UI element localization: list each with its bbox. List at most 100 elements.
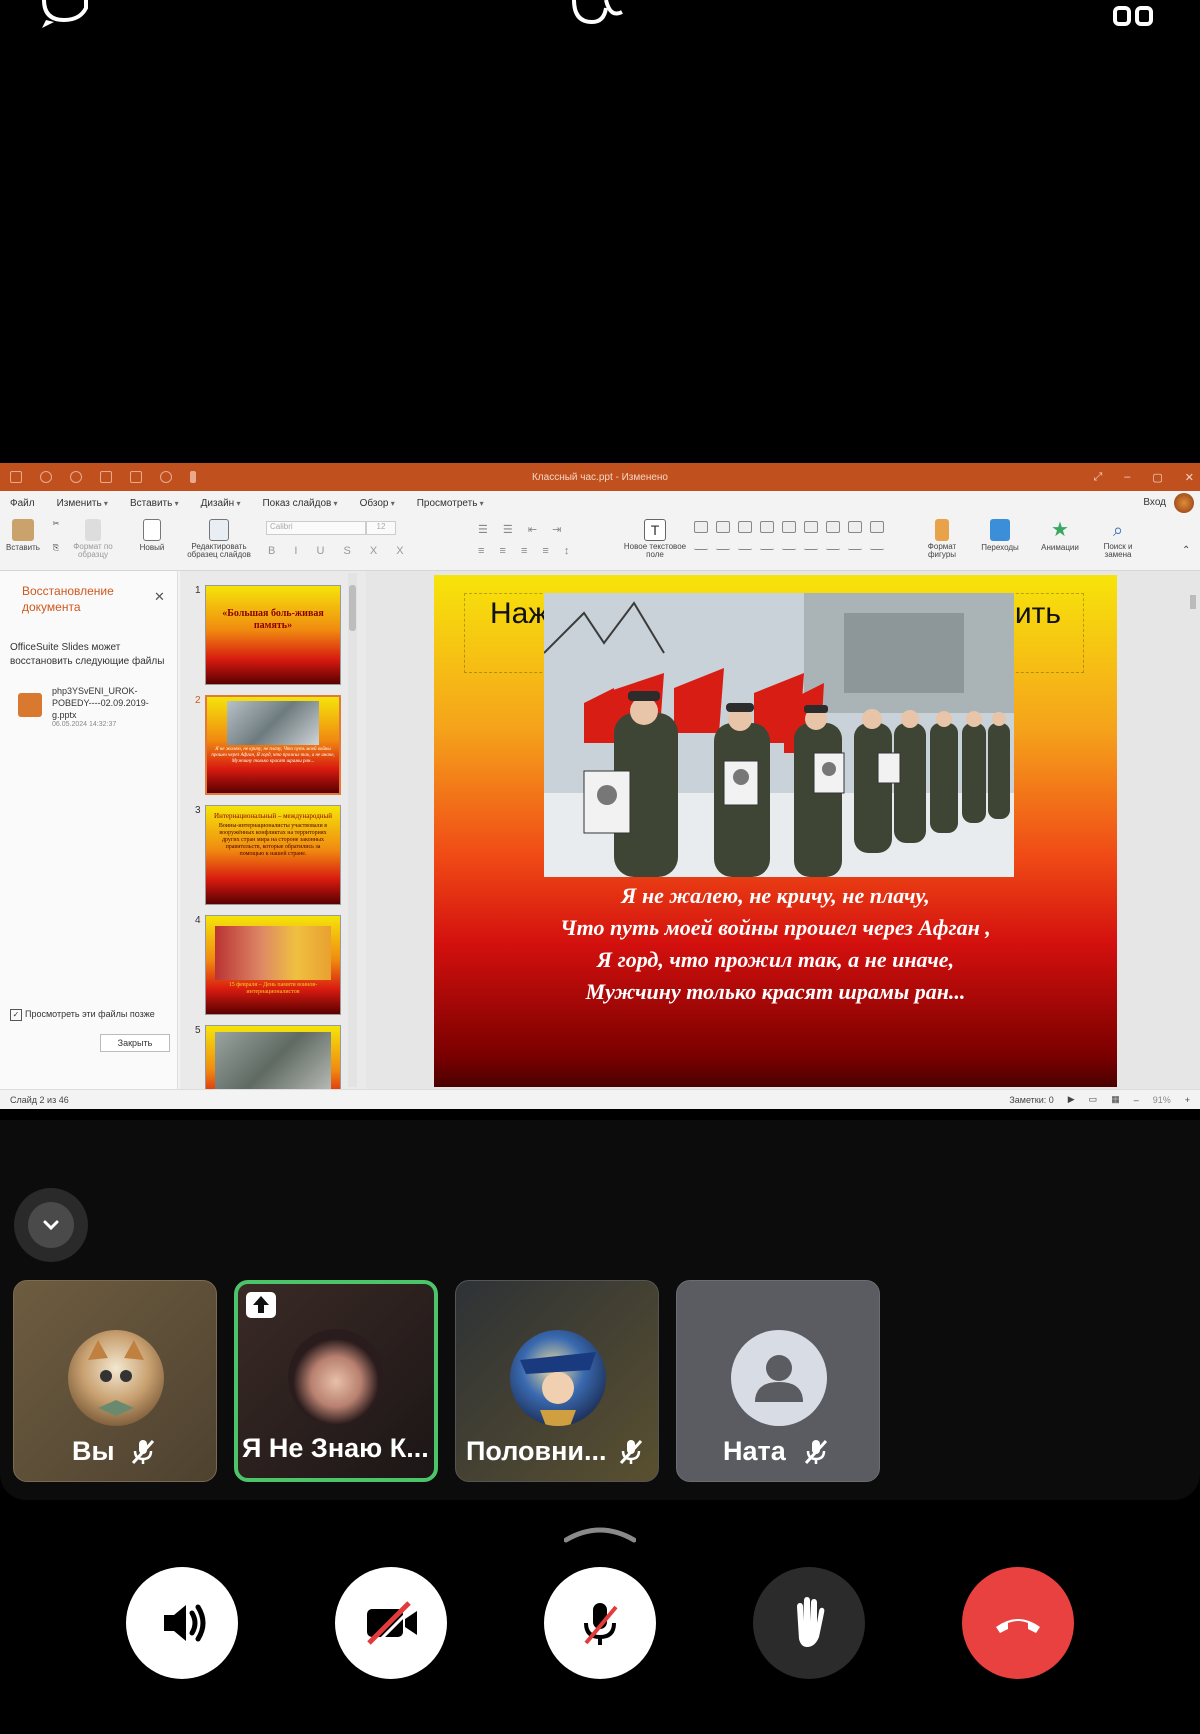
collapse-button[interactable] (14, 1188, 88, 1262)
new-slide-button[interactable]: Новый (132, 519, 172, 552)
participants-icon[interactable] (570, 0, 630, 31)
copy-icon[interactable]: ⎘ (48, 543, 64, 553)
play-icon[interactable]: ▶ (1068, 1094, 1075, 1105)
participant-tile-you[interactable]: Вы (13, 1280, 217, 1482)
poem-line-2: Что путь моей войны прошел через Афган , (560, 915, 991, 940)
menu-design[interactable]: Дизайн (201, 498, 241, 509)
participant-tile-3[interactable]: Половни... (455, 1280, 659, 1482)
slide-master-icon (209, 519, 229, 541)
normal-view-icon[interactable]: ▭ (1089, 1094, 1098, 1105)
find-replace-button[interactable]: ⌕ Поиск и замена (1094, 519, 1142, 559)
menu-view[interactable]: Просмотреть (417, 498, 484, 509)
close-pane-icon[interactable]: ✕ (154, 589, 165, 605)
menu-edit[interactable]: Изменить (57, 498, 108, 509)
transitions-label: Переходы (981, 543, 1019, 552)
transitions-icon (990, 519, 1010, 541)
soldiers-photo (544, 593, 1014, 877)
shared-screen: Классный час.ppt - Изменено ⤢ – ▢ ✕ Файл… (0, 463, 1200, 1109)
cut-icon[interactable]: ✂ (48, 519, 64, 528)
current-slide[interactable]: Наж ить Я не жалею, не кричу, не плачу, … (434, 575, 1117, 1087)
redo-icon[interactable] (70, 471, 82, 483)
account-avatar[interactable] (1174, 493, 1194, 513)
textbox-icon: T (644, 519, 666, 541)
font-size-select[interactable]: 12 (366, 521, 396, 535)
edit-master-button[interactable]: Редактировать образец слайдов (184, 519, 254, 559)
recovered-file-name[interactable]: php3YSvENI_UROK-POBEDY----02.09.2019-g.p… (52, 685, 162, 721)
view-later-checkbox[interactable]: Просмотреть эти файлы позже (10, 1009, 155, 1021)
raise-hand-button[interactable] (753, 1567, 865, 1679)
thumb-number: 4 (195, 915, 201, 926)
new-doc-icon[interactable] (100, 471, 112, 483)
undo-icon[interactable] (40, 471, 52, 483)
sorter-view-icon[interactable]: ▦ (1111, 1094, 1120, 1105)
ribbon: Вставить ✂ ⎘ Формат по образцу Новый Ред… (0, 515, 1200, 571)
zoom-in-icon[interactable]: + (1185, 1095, 1190, 1105)
font-family-select[interactable]: Calibri (266, 521, 366, 535)
camera-off-icon (367, 1601, 417, 1649)
expand-controls-icon[interactable] (563, 1524, 637, 1549)
end-call-icon (996, 1619, 1040, 1633)
menu-slideshow[interactable]: Показ слайдов (262, 498, 337, 509)
slide-thumbnail-2[interactable]: Я не жалею, не кричу, не плачу, Что путь… (205, 695, 341, 795)
status-bar: Слайд 2 из 46 Заметки: 0 ▶ ▭ ▦ – 91% + (0, 1089, 1200, 1109)
shape-format-button[interactable]: Формат фигуры (918, 519, 966, 559)
menu-insert[interactable]: Вставить (130, 498, 179, 509)
default-person-avatar (731, 1330, 827, 1426)
menu-review[interactable]: Обзор (360, 498, 395, 509)
poem-line-3: Я горд, что прожил так, а не иначе, (596, 947, 955, 972)
login-link[interactable]: Вход (1143, 497, 1166, 508)
shape-format-label: Формат фигуры (927, 542, 957, 559)
slide-title-left: Наж (490, 597, 549, 630)
list-buttons[interactable]: ☰ ☰ ⇤ ⇥ (478, 523, 608, 536)
microphone-button[interactable] (544, 1567, 656, 1679)
text-format-buttons[interactable]: B I U S X X (268, 545, 448, 557)
new-slide-icon (143, 519, 161, 541)
slide-thumbnail-5[interactable] (205, 1025, 341, 1089)
zoom-level[interactable]: 91% (1153, 1095, 1171, 1105)
close-button[interactable]: Закрыть (100, 1034, 170, 1052)
format-painter-button[interactable]: Формат по образцу (70, 519, 116, 559)
new-textbox-button[interactable]: T Новое текстовое поле (622, 519, 688, 559)
menu-file[interactable]: Файл (10, 498, 35, 509)
collapse-ribbon-icon[interactable]: ⌃ (1182, 545, 1190, 556)
mic-muted-icon (801, 1437, 831, 1467)
thumbnail-scrollbar[interactable] (348, 573, 357, 1087)
canvas-scrollbar[interactable] (1188, 575, 1198, 1085)
fill-brush-icon (935, 519, 949, 541)
camera-button[interactable] (335, 1567, 447, 1679)
notes-toggle[interactable]: Заметки: 0 (1009, 1095, 1053, 1105)
format-painter-label: Формат по образцу (73, 542, 113, 559)
maximize-icon[interactable]: ▢ (1152, 471, 1162, 484)
share-icon[interactable] (160, 471, 172, 483)
zoom-out-icon[interactable]: – (1134, 1095, 1139, 1105)
document-recovery-pane: Восстановление документа ✕ OfficeSuite S… (0, 571, 178, 1089)
fullscreen-icon[interactable]: ⤢ (1093, 471, 1102, 484)
participant-name: Ната (723, 1436, 786, 1466)
shapes-gallery[interactable] (694, 521, 886, 550)
slide-thumbnail-1[interactable]: «Большая боль-живая память» (205, 585, 341, 685)
close-window-icon[interactable]: ✕ (1185, 471, 1194, 484)
slide-thumbnail-3[interactable]: Интернациональный – международный Воины-… (205, 805, 341, 905)
thumb-photo (215, 926, 331, 980)
paste-button[interactable]: Вставить (6, 519, 40, 552)
slide-thumbnail-4[interactable]: 15 февраля – День памяти воинов-интернац… (205, 915, 341, 1015)
slide-canvas: Наж ить Я не жалею, не кричу, не плачу, … (366, 571, 1200, 1089)
print-icon[interactable] (130, 471, 142, 483)
screen-share-icon (246, 1292, 276, 1318)
pointer-icon[interactable] (190, 471, 196, 483)
grid-layout-icon[interactable] (1112, 0, 1156, 33)
thumb-text: Я не жалею, не кричу, не плачу, Что путь… (211, 747, 335, 764)
participant-tile-4[interactable]: Ната (676, 1280, 880, 1482)
chat-bubble-icon[interactable] (40, 0, 90, 33)
minimize-icon[interactable]: – (1124, 471, 1130, 483)
save-icon[interactable] (10, 471, 22, 483)
align-buttons[interactable]: ≡ ≡ ≡ ≡ ↕ (478, 545, 608, 557)
clipboard-icon (12, 519, 34, 541)
animations-button[interactable]: ★ Анимации (1034, 519, 1086, 552)
cat-cartoon-avatar (68, 1330, 164, 1426)
thumb-text: Воины-интернационалисты участвовали в во… (218, 823, 328, 857)
transitions-button[interactable]: Переходы (976, 519, 1024, 552)
speaker-button[interactable] (126, 1567, 238, 1679)
participant-tile-speaking[interactable]: Я Не Знаю К... (234, 1280, 438, 1482)
end-call-button[interactable] (962, 1567, 1074, 1679)
